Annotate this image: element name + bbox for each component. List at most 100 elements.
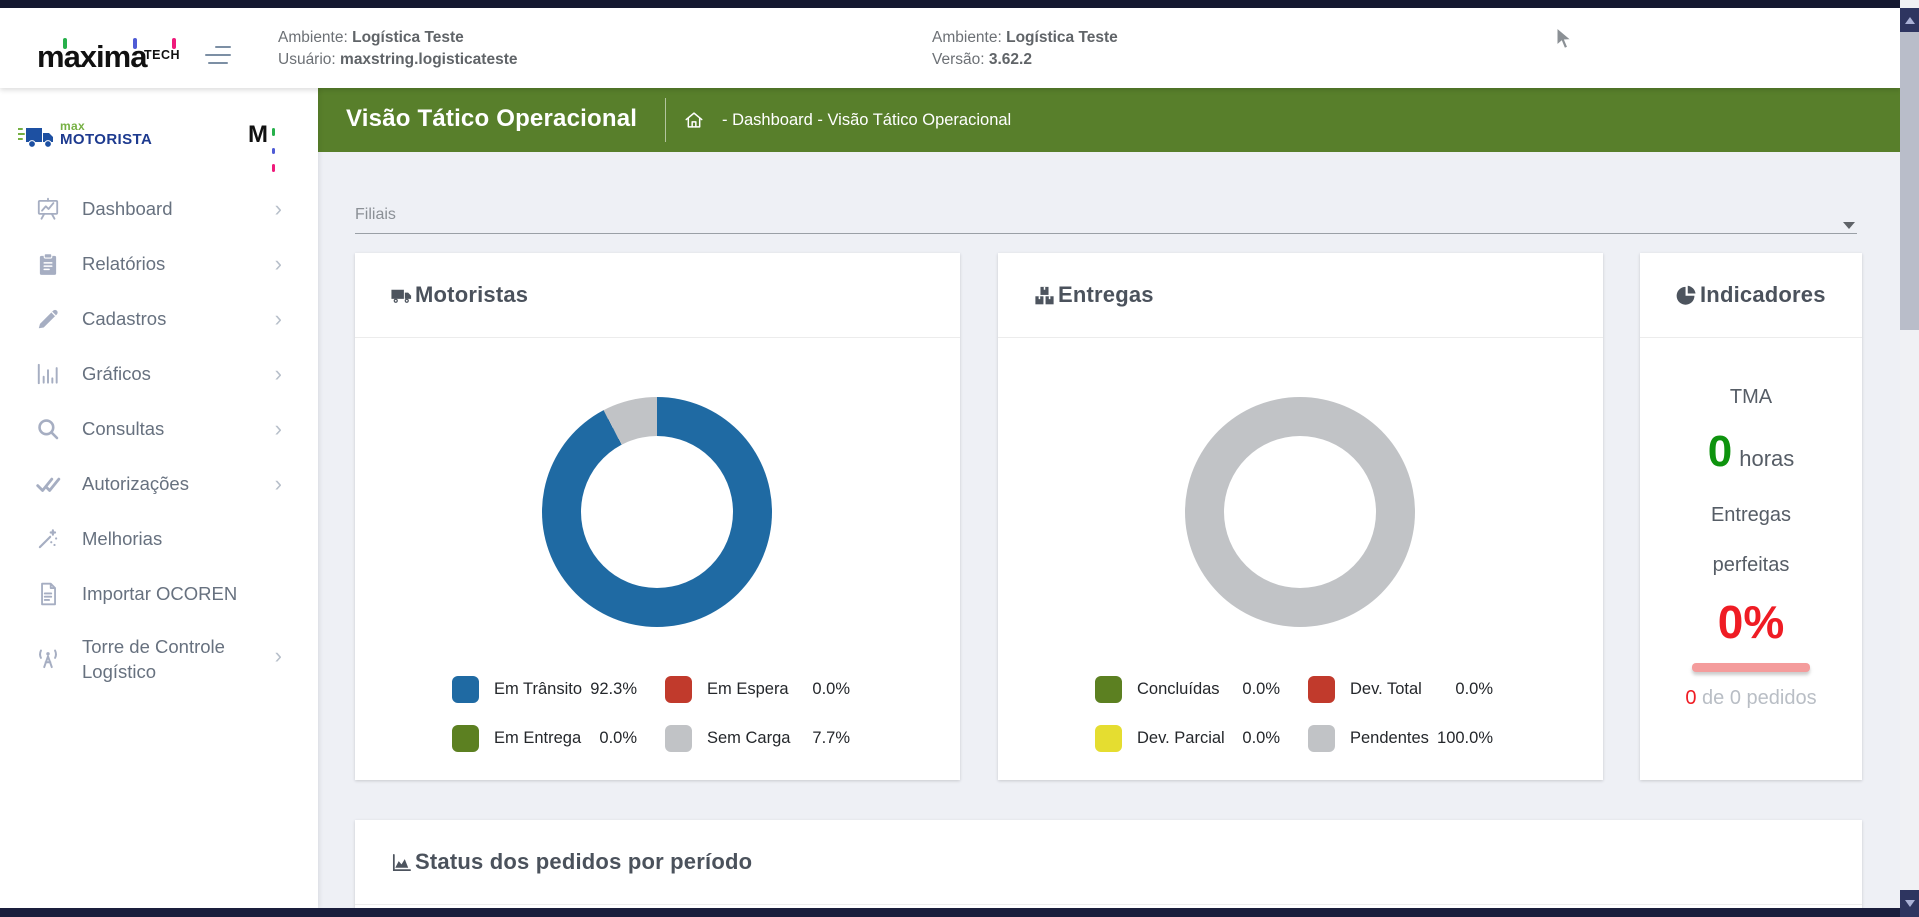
bar-chart-icon	[35, 361, 61, 387]
app-header: maxima TECH Ambiente: Logística Teste Us…	[0, 8, 1900, 88]
sidebar-label: Importar OCOREN	[82, 583, 237, 605]
pedidos-text: de 0 pedidos	[1697, 687, 1817, 709]
ambiente-label-2: Ambiente:	[932, 29, 1002, 46]
motoristas-legend: Em Trânsito 92.3% Em Espera 0.0% Em Entr…	[452, 675, 850, 753]
sidebar-label: Gráficos	[82, 363, 151, 385]
breadcrumb-home-icon[interactable]	[683, 109, 705, 131]
tma-value: 0	[1708, 427, 1732, 477]
sidebar-item-autorizacoes[interactable]: Autorizações ›	[0, 456, 318, 511]
sidebar-item-graficos[interactable]: Gráficos ›	[0, 346, 318, 401]
legend-label: Em Trânsito	[494, 680, 590, 699]
legend-label: Dev. Parcial	[1137, 729, 1242, 748]
maxima-mini-logo: M	[248, 121, 268, 149]
indicadores-body: TMA 0 horas Entregas perfeitas 0% 0 de 0…	[1640, 338, 1862, 780]
legend-value: 7.7%	[812, 729, 850, 748]
brand-tick-blue	[133, 38, 137, 49]
magic-wand-icon	[35, 526, 61, 552]
clipboard-icon	[35, 251, 61, 277]
legend-item: Concluídas 0.0%	[1095, 675, 1280, 704]
brand-tick-green	[63, 38, 67, 49]
document-icon	[35, 581, 61, 607]
versao-value: 3.62.2	[989, 51, 1032, 68]
versao-label: Versão:	[932, 51, 985, 68]
entregas-card-header: Entregas	[998, 253, 1603, 338]
sidebar-label: Consultas	[82, 418, 164, 440]
legend-item: Sem Carga 7.7%	[665, 724, 850, 753]
legend-value: 0.0%	[1455, 680, 1493, 699]
progress-bar	[1692, 663, 1810, 672]
sidebar-label: Autorizações	[82, 473, 189, 495]
sidebar-item-torre-de-controle[interactable]: Torre de Controle Logístico ›	[0, 621, 318, 691]
environment-user-info: Ambiente: Logística Teste Usuário: maxst…	[278, 27, 517, 71]
maxmotorista-logo: max MOTORISTA M	[0, 118, 318, 168]
chevron-right-icon: ›	[275, 199, 282, 219]
app-window: maxima TECH Ambiente: Logística Teste Us…	[0, 0, 1919, 917]
status-card-header: Status dos pedidos por período	[355, 820, 1862, 905]
legend-item: Em Trânsito 92.3%	[452, 675, 637, 704]
motoristas-card: Motoristas Em Trânsito 92.3% Em Espera 0…	[355, 253, 960, 780]
scrollbar-up-button[interactable]	[1900, 8, 1919, 32]
usuario-label: Usuário:	[278, 51, 336, 68]
legend-item: Pendentes 100.0%	[1308, 724, 1493, 753]
legend-swatch	[665, 676, 692, 703]
sidebar-item-consultas[interactable]: Consultas ›	[0, 401, 318, 456]
tma-label: TMA	[1730, 386, 1772, 409]
sidebar-item-relatorios[interactable]: Relatórios ›	[0, 236, 318, 291]
sidebar: max MOTORISTA M Dashboard › Relatórios	[0, 88, 318, 908]
sidebar-label: Melhorias	[82, 528, 162, 550]
scrollbar-thumb[interactable]	[1900, 32, 1919, 330]
sidebar-item-melhorias[interactable]: Melhorias	[0, 511, 318, 566]
tma-unit: horas	[1739, 446, 1794, 472]
truck-logo-icon	[18, 123, 58, 153]
vertical-scrollbar[interactable]	[1900, 0, 1919, 917]
antenna-icon	[35, 646, 61, 672]
breadcrumb: - Dashboard - Visão Tático Operacional	[722, 111, 1011, 130]
motoristas-card-title: Motoristas	[415, 282, 528, 308]
status-pedidos-card: Status dos pedidos por período	[355, 820, 1862, 908]
filiais-select-underline	[355, 233, 1857, 234]
maxmotorista-logo-text: max MOTORISTA	[60, 120, 152, 146]
top-edge-strip	[0, 0, 1919, 8]
legend-value: 0.0%	[1242, 680, 1280, 699]
sidebar-label: Relatórios	[82, 253, 165, 275]
legend-swatch	[1095, 676, 1122, 703]
metric-label-line1: Entregas	[1711, 504, 1791, 527]
double-check-icon	[35, 471, 61, 497]
legend-label: Em Espera	[707, 680, 812, 699]
mini-logo-ticks	[272, 123, 277, 177]
legend-value: 0.0%	[1242, 729, 1280, 748]
page-title: Visão Tático Operacional	[346, 105, 637, 133]
sidebar-label: Dashboard	[82, 198, 173, 220]
perfect-deliveries-percent: 0%	[1718, 595, 1784, 649]
menu-toggle-icon[interactable]	[205, 46, 231, 66]
sidebar-item-cadastros[interactable]: Cadastros ›	[0, 291, 318, 346]
legend-item: Dev. Total 0.0%	[1308, 675, 1493, 704]
boxes-icon	[1033, 284, 1056, 307]
dashboard-icon	[35, 196, 61, 222]
legend-label: Sem Carga	[707, 729, 812, 748]
indicadores-card-header: Indicadores	[1640, 253, 1862, 338]
search-icon	[35, 416, 61, 442]
pedidos-count: 0	[1685, 687, 1696, 709]
sidebar-item-dashboard[interactable]: Dashboard ›	[0, 181, 318, 236]
legend-value: 0.0%	[812, 680, 850, 699]
sidebar-item-importar-ocoren[interactable]: Importar OCOREN	[0, 566, 318, 621]
motoristas-card-header: Motoristas	[355, 253, 960, 338]
logo-name: MOTORISTA	[60, 133, 152, 146]
legend-value: 0.0%	[599, 729, 637, 748]
entregas-legend: Concluídas 0.0% Dev. Total 0.0% Dev. Par…	[1095, 675, 1493, 753]
chevron-right-icon: ›	[275, 646, 282, 666]
brand-name: maxima	[37, 39, 146, 74]
legend-value: 92.3%	[590, 680, 637, 699]
metric-label-line2: perfeitas	[1713, 554, 1790, 577]
entregas-donut-chart	[1185, 397, 1415, 627]
legend-item: Em Espera 0.0%	[665, 675, 850, 704]
dropdown-caret-icon[interactable]	[1843, 222, 1855, 229]
pedidos-summary: 0 de 0 pedidos	[1685, 687, 1816, 710]
scroll-up-arrow-icon	[1905, 17, 1915, 24]
legend-swatch	[1308, 725, 1335, 752]
filiais-select-label[interactable]: Filiais	[355, 206, 396, 224]
scrollbar-down-button[interactable]	[1900, 890, 1919, 917]
bottom-edge-strip	[0, 908, 1919, 917]
sidebar-label: Torre de Controle Logístico	[82, 634, 242, 684]
